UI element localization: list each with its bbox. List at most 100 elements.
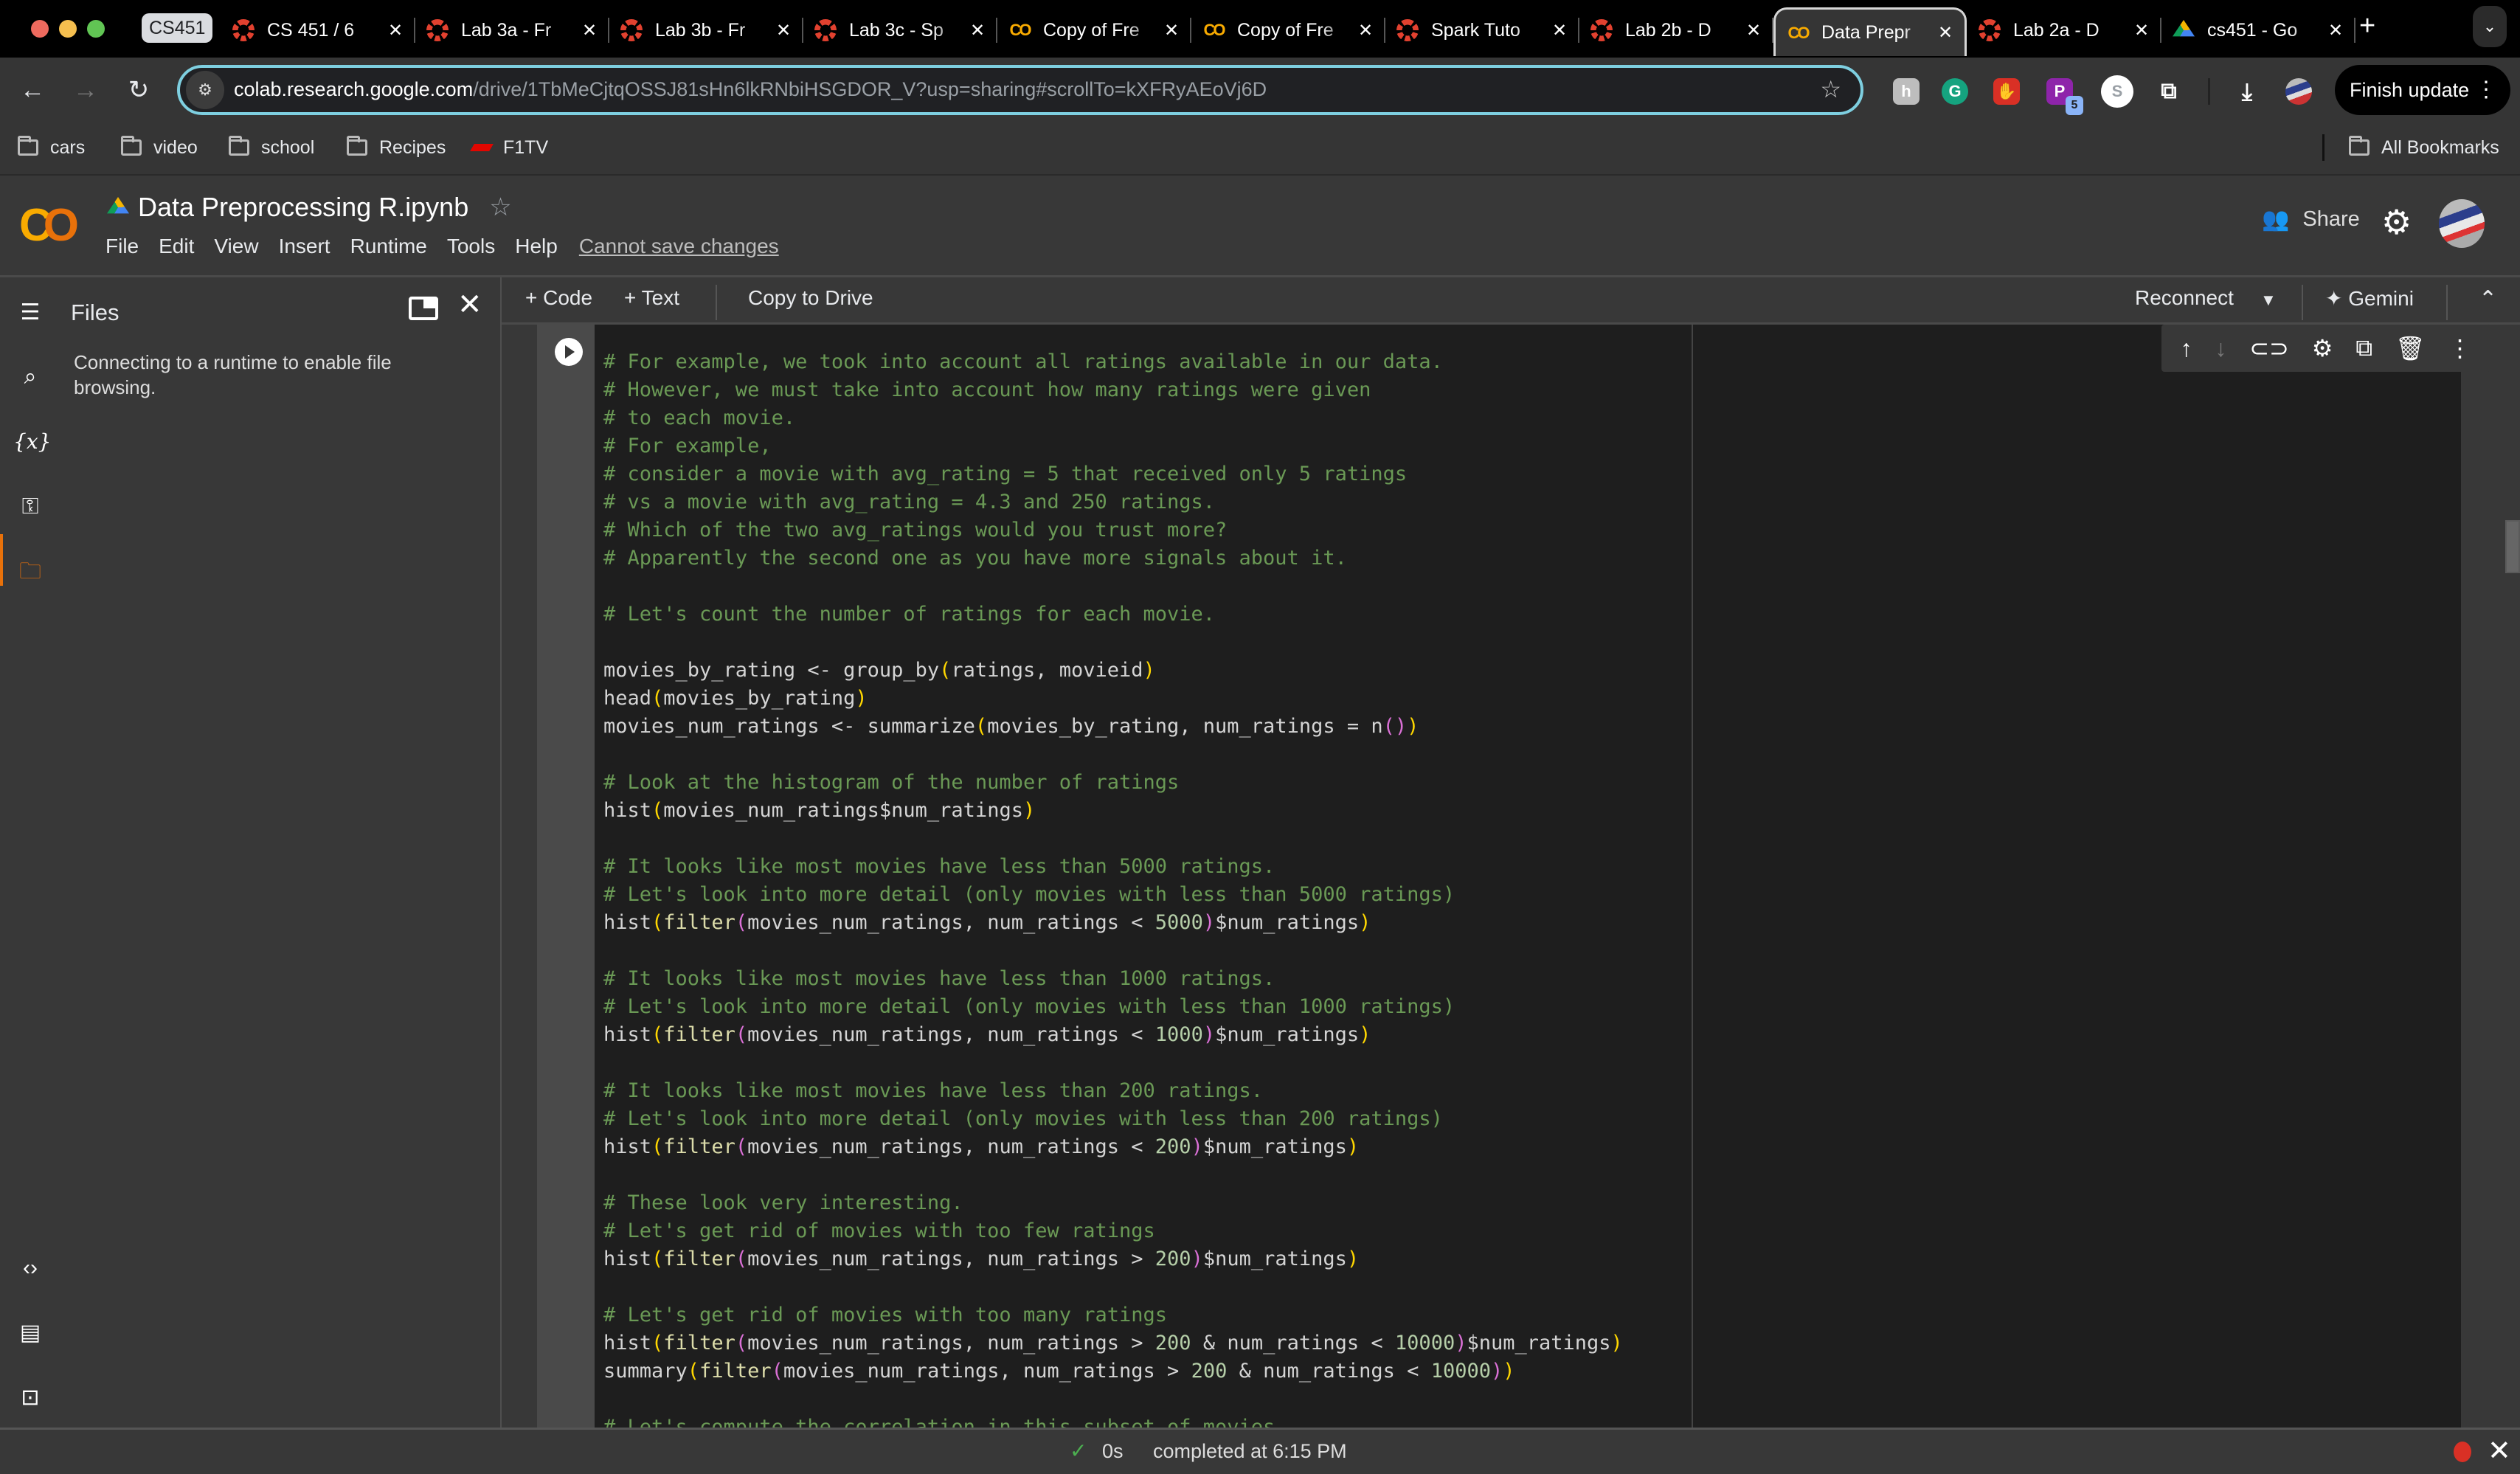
menu-view[interactable]: View [214, 235, 258, 258]
collapse-header-icon[interactable]: ⌃ [2479, 286, 2497, 312]
colab-logo[interactable]: CO [19, 199, 79, 252]
close-tab-icon[interactable]: ✕ [385, 20, 406, 41]
close-tab-icon[interactable]: ✕ [579, 20, 600, 41]
files-folder-icon[interactable]: 🗀 [13, 555, 47, 589]
reconnect-button[interactable]: Reconnect [2135, 286, 2234, 310]
tab-search-button[interactable]: ⌄ [2473, 6, 2507, 47]
account-avatar[interactable] [2439, 199, 2485, 248]
code-content[interactable]: # For example, we took into account all … [603, 348, 1623, 1442]
browser-tab[interactable]: Lab 2b - D ✕ [1579, 9, 1773, 52]
url-text[interactable]: colab.research.google.com/drive/1TbMeCjt… [234, 78, 1267, 101]
browser-menu-icon[interactable]: ⋮ [2475, 65, 2497, 115]
scrollbar-thumb[interactable] [2505, 520, 2520, 573]
browser-tab[interactable]: CO Copy of Fre ✕ [997, 9, 1191, 52]
colab-icon: CO [1009, 21, 1032, 39]
close-tab-icon[interactable]: ✕ [773, 20, 794, 41]
honey-extension-icon[interactable]: h [1893, 78, 1920, 105]
profile-avatar[interactable] [2285, 78, 2312, 105]
forward-button[interactable]: → [69, 74, 102, 106]
menu-edit[interactable]: Edit [159, 235, 194, 258]
bookmark-video[interactable]: video [121, 133, 198, 162]
downloads-icon[interactable]: ⤓ [2234, 78, 2260, 105]
reload-button[interactable]: ↻ [122, 74, 155, 106]
run-cell-button[interactable] [555, 338, 583, 366]
table-of-contents-icon[interactable]: ☰ [13, 296, 47, 330]
back-button[interactable]: ← [16, 74, 49, 106]
code-snippets-icon[interactable]: ‹› [13, 1251, 47, 1285]
open-in-new-tab-icon[interactable] [409, 297, 438, 320]
close-tab-icon[interactable]: ✕ [2131, 20, 2152, 41]
notebook-scrollbar[interactable] [2499, 325, 2520, 1428]
gemini-button[interactable]: ✦ Gemini [2325, 286, 2414, 311]
star-notebook-icon[interactable]: ☆ [489, 193, 511, 222]
cell-settings-gear-icon[interactable]: ⚙ [2312, 334, 2333, 362]
close-tab-icon[interactable]: ✕ [2325, 20, 2346, 41]
bookmark-f1tv[interactable]: F1TV [470, 133, 548, 162]
close-panel-icon[interactable]: ✕ [457, 288, 482, 322]
browser-tab[interactable]: CS 451 / 6 ✕ [221, 9, 415, 52]
add-code-cell-button[interactable]: + Code [525, 286, 592, 310]
menu-tools[interactable]: Tools [447, 235, 495, 258]
window-zoom-button[interactable] [87, 20, 105, 38]
runtime-dropdown-icon[interactable]: ▼ [2260, 291, 2277, 310]
share-button[interactable]: 👥 Share [2262, 207, 2360, 232]
close-status-icon[interactable]: ✕ [2488, 1434, 2511, 1467]
close-tab-icon[interactable]: ✕ [967, 20, 988, 41]
move-cell-up-icon[interactable]: ↑ [2180, 335, 2192, 362]
browser-tab[interactable]: CO Data Prepr ✕ [1773, 7, 1967, 56]
all-bookmarks-button[interactable]: All Bookmarks [2349, 133, 2499, 162]
code-token: ) [855, 687, 868, 710]
s-extension-icon[interactable]: S [2101, 75, 2133, 108]
copy-to-drive-button[interactable]: Copy to Drive [748, 286, 873, 310]
browser-tab[interactable]: Lab 3b - Fr ✕ [609, 9, 803, 52]
settings-gear-icon[interactable]: ⚙ [2381, 202, 2412, 242]
command-palette-icon[interactable]: ▤ [13, 1316, 47, 1350]
menu-runtime[interactable]: Runtime [350, 235, 427, 258]
browser-tab[interactable]: Lab 3a - Fr ✕ [415, 9, 609, 52]
code-cell-editor[interactable]: # For example, we took into account all … [595, 325, 2461, 1439]
terminal-icon[interactable]: ⊡ [13, 1381, 47, 1415]
delete-cell-icon[interactable]: 🗑 [2395, 334, 2426, 362]
site-info-icon[interactable]: ⚙ [186, 71, 224, 109]
secrets-key-icon[interactable]: ⚿ [13, 490, 47, 524]
link-to-cell-icon[interactable]: ⊂⊃ [2249, 334, 2289, 362]
close-tab-icon[interactable]: ✕ [1743, 20, 1764, 41]
variables-icon[interactable]: {x} [13, 425, 51, 459]
tab-group-chip[interactable]: CS451 [142, 13, 213, 43]
extensions-puzzle-icon[interactable]: ⧉ [2156, 78, 2182, 105]
address-bar[interactable]: ⚙ colab.research.google.com/drive/1TbMeC… [177, 65, 1863, 115]
bookmark-recipes[interactable]: Recipes [347, 133, 446, 162]
p-extension-icon[interactable]: P5 [2046, 78, 2083, 115]
add-text-cell-button[interactable]: + Text [624, 286, 679, 310]
grammarly-extension-icon[interactable]: G [1942, 78, 1968, 105]
menu-file[interactable]: File [105, 235, 139, 258]
close-tab-icon[interactable]: ✕ [1355, 20, 1376, 41]
move-cell-down-icon[interactable]: ↓ [2215, 335, 2226, 362]
adblock-extension-icon[interactable]: ✋ [1993, 78, 2020, 105]
tab-title: Lab 2a - D [2013, 19, 2100, 41]
close-tab-icon[interactable]: ✕ [1549, 20, 1570, 41]
search-icon[interactable]: ⌕ [13, 360, 47, 394]
bookmark-school[interactable]: school [229, 133, 314, 162]
bookmark-star-icon[interactable]: ☆ [1820, 75, 1841, 103]
new-tab-button[interactable]: + [2359, 10, 2375, 42]
browser-tab[interactable]: Spark Tuto ✕ [1385, 9, 1579, 52]
bookmark-cars[interactable]: cars [18, 133, 85, 162]
notebook-title[interactable]: Data Preprocessing R.ipynb ☆ [107, 192, 512, 223]
browser-tab[interactable]: CO Copy of Fre ✕ [1191, 9, 1385, 52]
finish-update-button[interactable]: Finish update ⋮ [2335, 65, 2510, 115]
window-minimize-button[interactable] [59, 20, 77, 38]
browser-tab[interactable]: cs451 - Go ✕ [2161, 9, 2355, 52]
cell-more-icon[interactable]: ⋮ [2448, 334, 2471, 362]
menu-insert[interactable]: Insert [279, 235, 330, 258]
window-close-button[interactable] [31, 20, 49, 38]
mirror-cell-icon[interactable]: ⧉ [2355, 334, 2372, 362]
close-tab-icon[interactable]: ✕ [1935, 22, 1956, 44]
browser-tab[interactable]: Lab 2a - D ✕ [1967, 9, 2161, 52]
code-comment: # It looks like most movies have less th… [603, 1079, 1264, 1102]
code-token: ) [1202, 1023, 1216, 1046]
browser-tab[interactable]: Lab 3c - Sp ✕ [803, 9, 997, 52]
menu-help[interactable]: Help [515, 235, 558, 258]
save-status-link[interactable]: Cannot save changes [579, 235, 779, 258]
close-tab-icon[interactable]: ✕ [1161, 20, 1182, 41]
